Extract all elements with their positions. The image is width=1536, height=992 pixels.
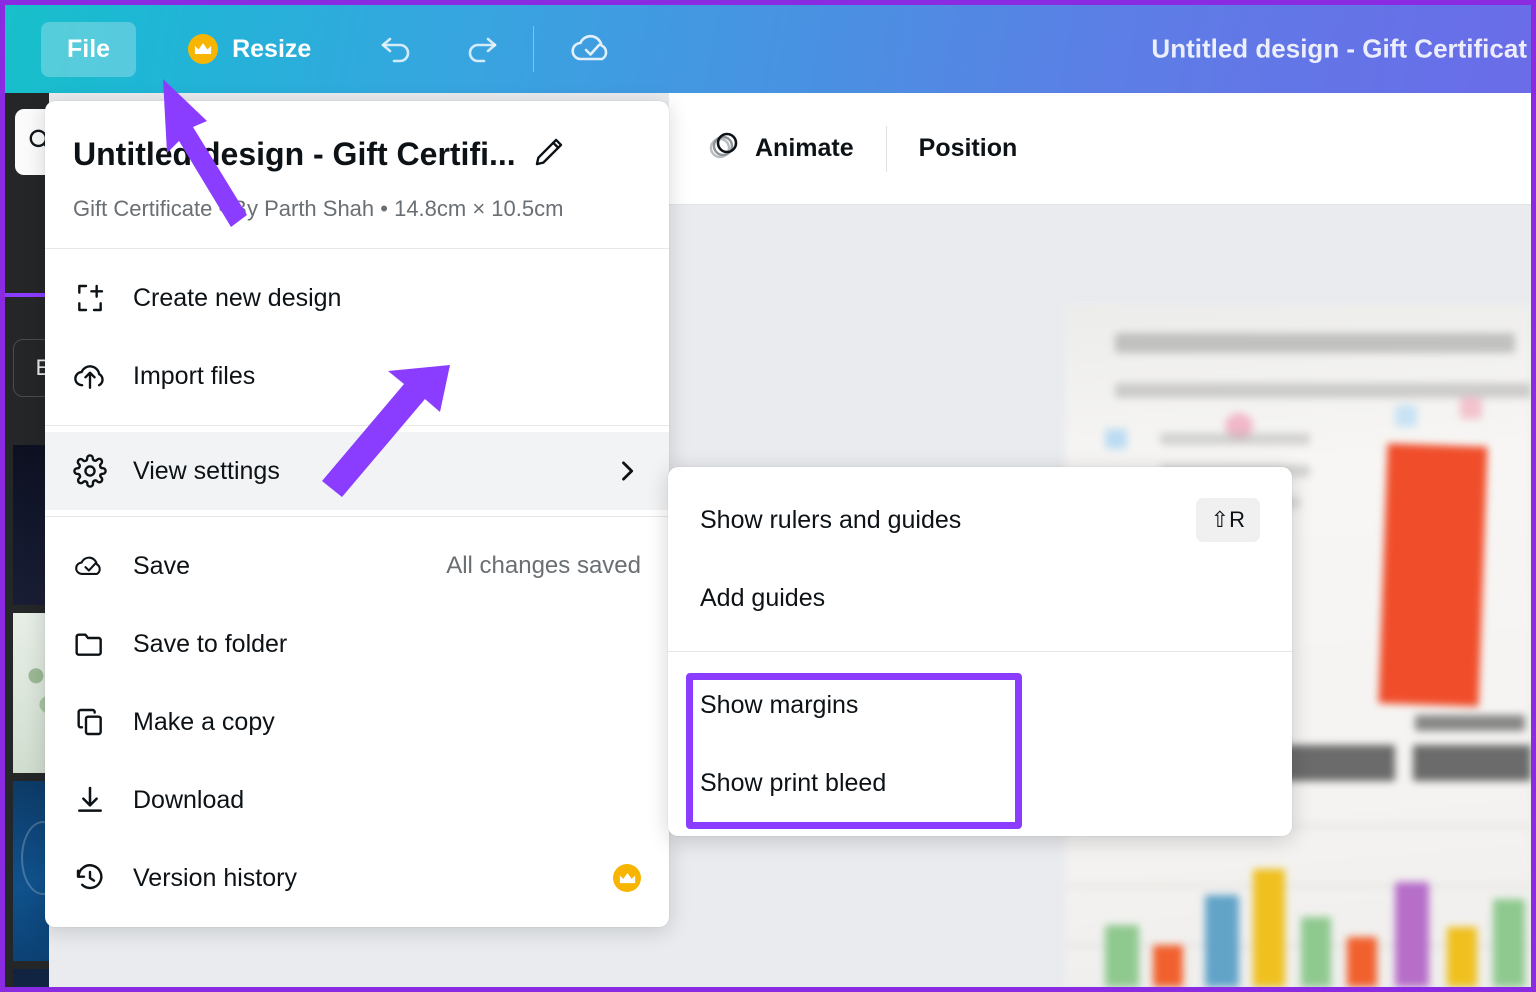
sidebar-thumbnail[interactable] [13,969,49,987]
toolbar-divider [533,26,535,72]
save-status-text: All changes saved [446,552,641,579]
gear-icon [73,454,107,488]
design-subtitle: Gift Certificate • By Parth Shah • 14.8c… [73,196,564,221]
crown-icon [188,34,219,64]
submenu-group: Show margins Show print bleed [668,652,1292,836]
menu-item-label: Create new design [133,283,342,312]
left-sidebar: E [5,93,49,987]
menu-item-label: Version history [133,863,297,892]
animate-circles-icon [707,128,741,169]
menu-item-label: Make a copy [133,707,275,736]
cloud-check-icon [73,551,107,581]
menu-item-view-settings[interactable]: View settings [45,432,669,510]
sidebar-search-input[interactable] [15,109,49,175]
menu-item-create-new-design[interactable]: Create new design [45,259,669,337]
import-cloud-icon [73,360,107,392]
view-settings-submenu: Show rulers and guides ⇧R Add guides Sho… [668,467,1292,836]
menu-item-label: View settings [133,456,280,485]
file-dropdown-menu: Untitled design - Gift Certifi... Gift C… [45,101,669,927]
download-icon [73,784,107,816]
menu-item-save-to-folder[interactable]: Save to folder [45,605,669,683]
menu-item-download[interactable]: Download [45,761,669,839]
menu-item-label: Save [133,551,190,580]
position-label: Position [918,134,1018,162]
folder-icon [73,629,107,659]
menu-item-label: Download [133,785,245,814]
sidebar-thumbnail[interactable] [13,445,49,605]
submenu-item-label: Show rulers and guides [700,505,962,534]
canvas-toolbar: Animate Position [669,93,1531,205]
history-icon [73,862,107,894]
submenu-item-label: Add guides [700,583,826,612]
menu-item-version-history[interactable]: Version history [45,839,669,917]
menu-item-save[interactable]: Save All changes saved [45,527,669,605]
cloud-check-icon[interactable] [564,21,620,77]
animate-button[interactable]: Animate [693,120,868,177]
top-toolbar: File Resize Untitled design - Gift Certi… [5,5,1531,93]
submenu-item-add-guides[interactable]: Add guides [668,559,1292,637]
new-design-icon [73,282,107,314]
file-menu-group: Save All changes saved Save to folder Ma… [45,517,669,927]
window-title: Untitled design - Gift Certificat [1151,33,1527,64]
submenu-item-show-print-bleed[interactable]: Show print bleed [668,744,1292,822]
file-menu-group: View settings [45,426,669,516]
design-title: Untitled design - Gift Certifi... [73,136,516,172]
menu-item-label: Import files [133,361,256,390]
submenu-group: Show rulers and guides ⇧R Add guides [668,467,1292,651]
resize-button[interactable]: Resize [162,21,337,77]
submenu-item-label: Show print bleed [700,768,887,797]
sidebar-active-indicator [5,293,49,297]
submenu-item-label: Show margins [700,690,859,719]
copy-icon [73,706,107,738]
menu-item-make-a-copy[interactable]: Make a copy [45,683,669,761]
resize-button-label: Resize [232,34,312,63]
submenu-item-show-margins[interactable]: Show margins [668,666,1292,744]
crown-icon [613,864,641,892]
file-menu-button[interactable]: File [41,21,137,77]
keyboard-shortcut-badge: ⇧R [1195,498,1260,542]
position-button[interactable]: Position [905,126,1032,171]
chevron-right-icon [613,457,641,485]
file-button-label: File [67,34,111,63]
menu-item-import-files[interactable]: Import files [45,337,669,415]
pencil-icon[interactable] [532,135,566,174]
undo-icon[interactable] [369,21,425,77]
animate-label: Animate [755,134,854,162]
toolbar-divider [885,125,887,172]
menu-item-label: Save to folder [133,629,288,658]
redo-icon[interactable] [453,21,509,77]
file-menu-group: Create new design Import files [45,249,669,425]
canva-editor-screen: E Animate Position File Resize Untitled … [0,0,1536,992]
sidebar-item-elements[interactable]: E [13,339,49,397]
sidebar-thumbnail[interactable] [13,613,49,773]
file-menu-header: Untitled design - Gift Certifi... Gift C… [45,101,669,248]
submenu-item-show-rulers-and-guides[interactable]: Show rulers and guides ⇧R [668,481,1292,559]
sidebar-thumbnail[interactable] [13,781,49,961]
